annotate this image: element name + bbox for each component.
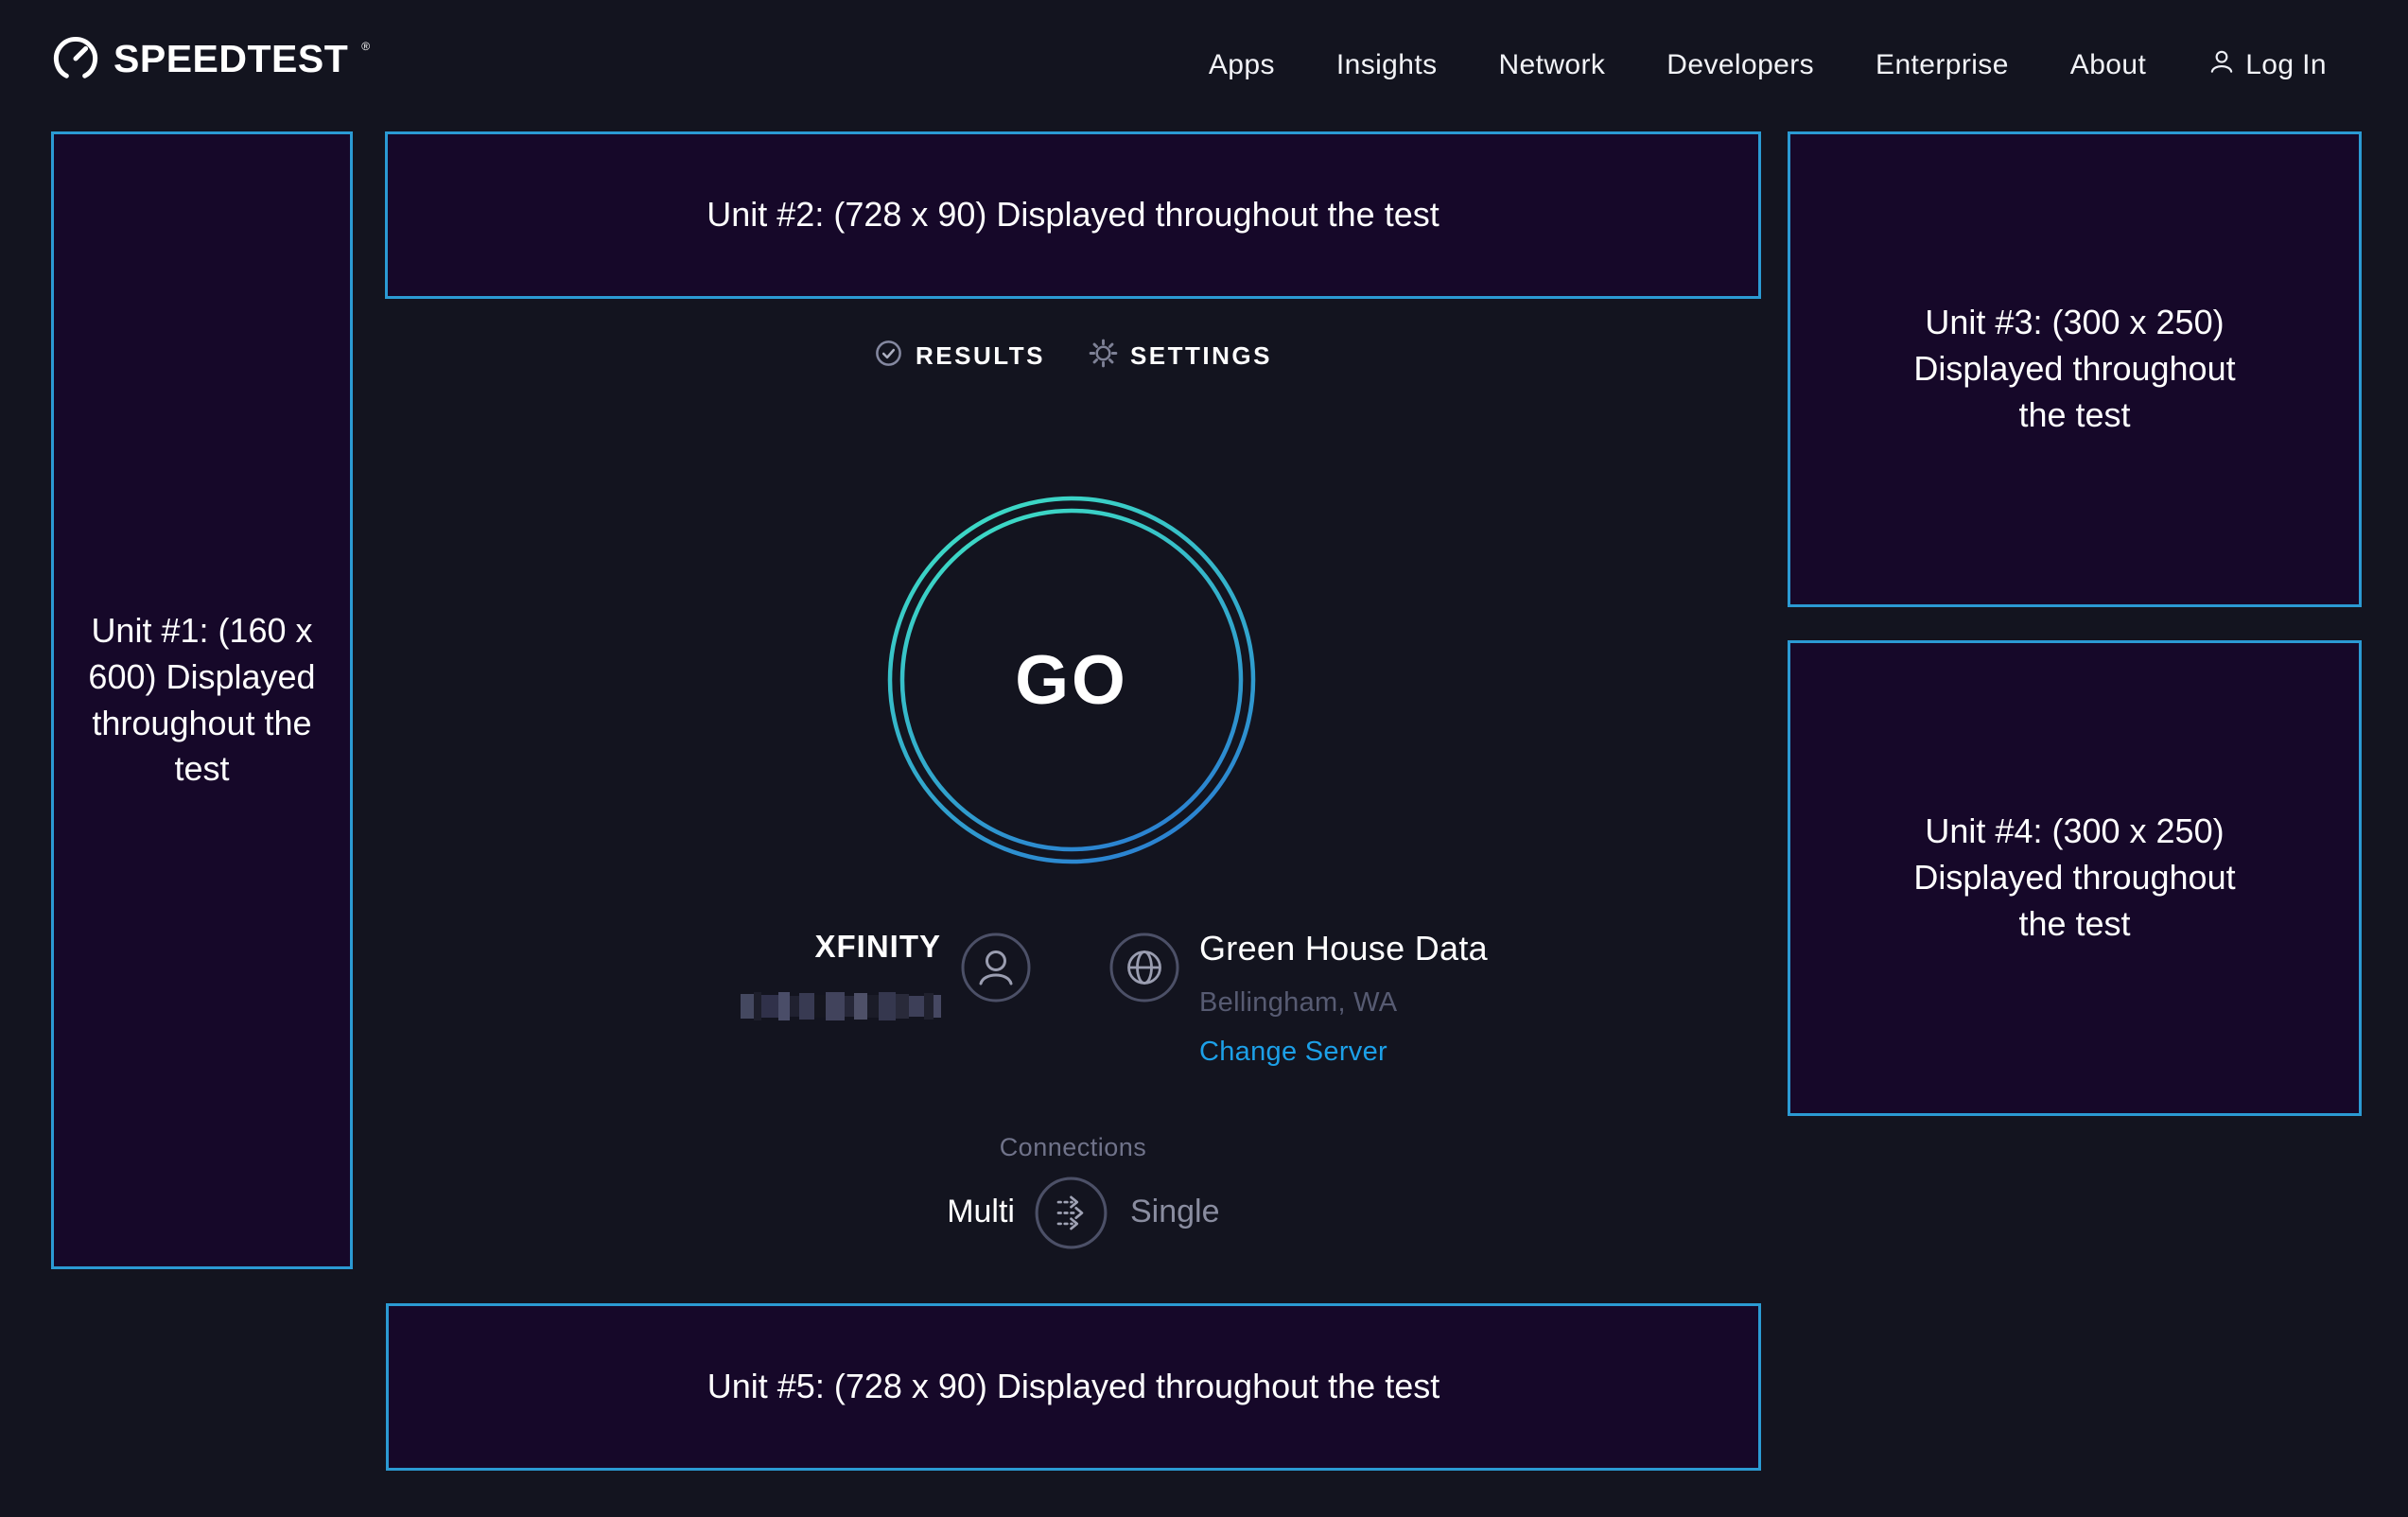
connections-multi-option[interactable]: Multi bbox=[835, 1194, 1015, 1230]
go-button[interactable]: GO bbox=[887, 496, 1256, 864]
ad-unit-4-text: Unit #4: (300 x 250) Displayed throughou… bbox=[1890, 809, 2260, 948]
tab-results[interactable]: RESULTS bbox=[874, 339, 1045, 373]
isp-user-icon bbox=[960, 932, 1032, 1003]
nav-item-developers[interactable]: Developers bbox=[1666, 49, 1814, 81]
speedometer-icon bbox=[51, 34, 100, 88]
change-server-link[interactable]: Change Server bbox=[1199, 1037, 1387, 1068]
check-circle-icon bbox=[874, 339, 903, 373]
logo-trademark: ® bbox=[361, 40, 370, 53]
main-nav: Apps Insights Network Developers Enterpr… bbox=[1209, 0, 2327, 131]
speedtest-logo[interactable]: SPEEDTEST ® bbox=[51, 34, 370, 88]
ad-unit-1[interactable]: Unit #1: (160 x 600) Displayed throughou… bbox=[51, 131, 353, 1269]
ad-unit-2-text: Unit #2: (728 x 90) Displayed throughout… bbox=[707, 192, 1439, 238]
ad-unit-5[interactable]: Unit #5: (728 x 90) Displayed throughout… bbox=[386, 1303, 1761, 1471]
nav-item-apps[interactable]: Apps bbox=[1209, 49, 1275, 81]
login-label: Log In bbox=[2245, 49, 2327, 81]
isp-name: XFINITY bbox=[653, 929, 941, 965]
user-icon bbox=[2207, 47, 2236, 83]
nav-item-enterprise[interactable]: Enterprise bbox=[1876, 49, 2009, 81]
nav-item-insights[interactable]: Insights bbox=[1336, 49, 1438, 81]
nav-item-network[interactable]: Network bbox=[1498, 49, 1605, 81]
multi-connection-arrows-icon bbox=[1034, 1176, 1108, 1250]
test-tabs: RESULTS SETTING bbox=[385, 339, 1761, 373]
settings-label: SETTINGS bbox=[1130, 341, 1272, 371]
logo-text: SPEEDTEST bbox=[113, 34, 348, 83]
redacted-ip-address bbox=[741, 991, 941, 1021]
speedtest-page: SPEEDTEST ® Apps Insights Network Develo… bbox=[0, 0, 2408, 1517]
ad-unit-4[interactable]: Unit #4: (300 x 250) Displayed throughou… bbox=[1788, 640, 2362, 1116]
server-globe-icon bbox=[1108, 932, 1180, 1003]
nav-item-about[interactable]: About bbox=[2070, 49, 2146, 81]
go-label: GO bbox=[887, 496, 1256, 864]
connections-label: Connections bbox=[385, 1133, 1761, 1162]
server-location: Bellingham, WA bbox=[1199, 987, 1397, 1019]
connections-single-option[interactable]: Single bbox=[1130, 1194, 1220, 1230]
login-button[interactable]: Log In bbox=[2207, 47, 2327, 83]
gear-icon bbox=[1089, 339, 1118, 373]
ad-unit-1-text: Unit #1: (160 x 600) Displayed throughou… bbox=[76, 608, 329, 793]
ad-unit-5-text: Unit #5: (728 x 90) Displayed throughout… bbox=[707, 1364, 1440, 1410]
ad-unit-3[interactable]: Unit #3: (300 x 250) Displayed throughou… bbox=[1788, 131, 2362, 607]
ad-unit-2[interactable]: Unit #2: (728 x 90) Displayed throughout… bbox=[385, 131, 1761, 299]
server-name: Green House Data bbox=[1199, 929, 1488, 968]
tab-settings[interactable]: SETTINGS bbox=[1089, 339, 1272, 373]
connection-mode-toggle[interactable] bbox=[1034, 1176, 1108, 1250]
results-label: RESULTS bbox=[916, 341, 1045, 371]
ad-unit-3-text: Unit #3: (300 x 250) Displayed throughou… bbox=[1890, 300, 2260, 439]
